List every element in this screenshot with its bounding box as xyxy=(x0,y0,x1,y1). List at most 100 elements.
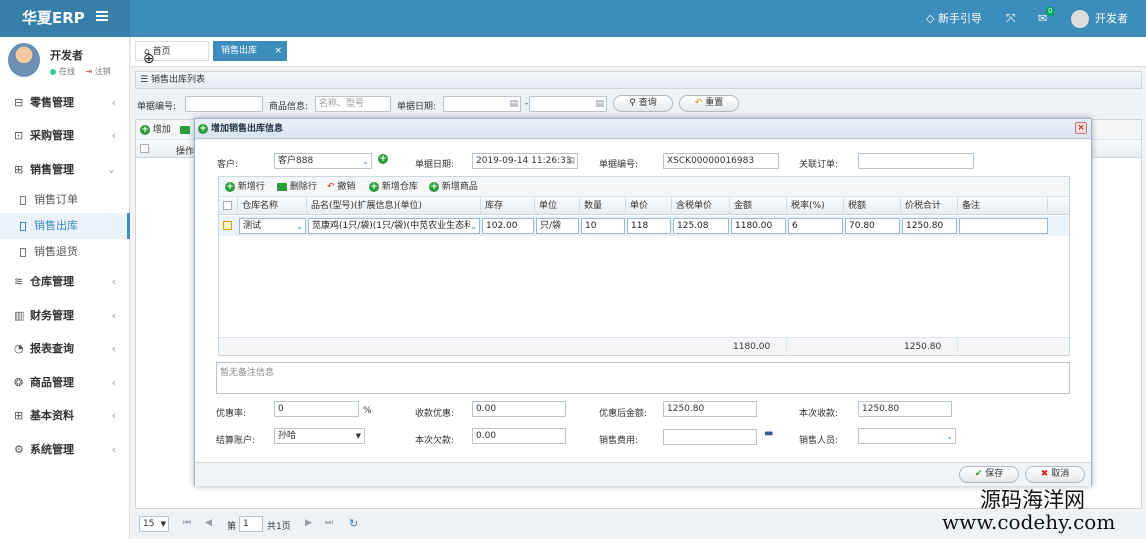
file-icon xyxy=(20,221,26,231)
date-start-input[interactable]: ▤ xyxy=(443,96,521,112)
calendar-icon[interactable]: ▤ xyxy=(595,97,604,111)
diamond-icon: ◇ xyxy=(926,12,935,25)
sidebar-item-goods[interactable]: ❂ 商品管理 ‹ xyxy=(0,366,130,399)
after-discount-label: 优惠后金额: xyxy=(599,409,648,419)
sidebar-item-warehouse[interactable]: ≋ 仓库管理 ‹ xyxy=(0,265,130,298)
reset-button[interactable]: ↶ 重置 xyxy=(679,95,739,112)
unit-cell[interactable]: 只/袋 xyxy=(536,218,579,234)
date-end-input[interactable]: ▤ xyxy=(529,96,607,112)
date-label: 单据日期: xyxy=(397,102,437,112)
user-menu[interactable]: 开发者 xyxy=(1071,0,1128,37)
discount-rate-label: 优惠率: xyxy=(216,409,247,419)
add-icon: + xyxy=(369,181,379,192)
menu-label: 商品管理 xyxy=(30,376,74,389)
sidebar-item-reports[interactable]: ◔ 报表查询 ‹ xyxy=(0,332,130,365)
mail-button[interactable]: ✉ 0 xyxy=(1038,0,1055,37)
first-page-icon[interactable]: ⏮ xyxy=(183,518,191,528)
link-order-input[interactable] xyxy=(858,153,974,169)
refresh-icon[interactable]: ↻ xyxy=(349,517,358,530)
tax-input[interactable]: 70.80 xyxy=(845,218,900,234)
discount-rate-input[interactable]: 0 xyxy=(274,401,359,417)
remark-textarea[interactable]: 暂无备注信息 xyxy=(216,362,1070,394)
calendar-icon[interactable]: ▤ xyxy=(509,97,518,111)
goods-select[interactable]: 苋康鸡(1只/袋)(1只/袋)(中苋农业生态科 ⌄ xyxy=(308,218,480,234)
dropdown-caret-icon: ▼ xyxy=(355,432,361,440)
after-discount-input[interactable]: 1250.80 xyxy=(663,401,757,417)
doc-no-input[interactable] xyxy=(185,96,263,112)
page-size-select[interactable]: 15 ▼ xyxy=(139,516,169,532)
guide-link[interactable]: ◇ 新手引导 xyxy=(926,0,982,37)
sales-icon: ⊞ xyxy=(14,163,24,176)
brand-logo[interactable]: 华夏ERP xyxy=(0,0,130,37)
total-input[interactable]: 1250.80 xyxy=(902,218,957,234)
query-button[interactable]: ⚲ 查询 xyxy=(613,95,673,112)
price-input[interactable]: 118 xyxy=(627,218,671,234)
sidebar-item-sales-return[interactable]: 销售退货 xyxy=(0,239,130,265)
sidebar-item-sales-out[interactable]: 销售出库 xyxy=(0,213,130,239)
sidebar-user-name: 开发者 xyxy=(50,49,83,62)
undo-button[interactable]: ↶ 撤销 xyxy=(327,177,355,197)
close-icon[interactable]: × xyxy=(274,41,282,61)
customer-select[interactable]: 客户888 ⌄ xyxy=(274,153,372,169)
tab-sales-out[interactable]: 销售出库 × xyxy=(213,41,287,61)
goods-input[interactable]: 名称、型号 xyxy=(315,96,391,112)
menu-toggle-icon[interactable] xyxy=(96,11,108,21)
sidebar-item-purchase[interactable]: ⊡ 采购管理 ‹ xyxy=(0,119,130,152)
fee-input[interactable] xyxy=(663,429,757,445)
customer-value: 客户888 xyxy=(278,156,314,166)
select-all-checkbox[interactable] xyxy=(140,144,149,153)
calendar-icon[interactable]: ▤ xyxy=(566,154,575,168)
receive-input[interactable]: 1250.80 xyxy=(858,401,952,417)
col-qty: 数量 xyxy=(580,197,626,215)
add-row-button[interactable]: + 新增行 xyxy=(225,177,265,197)
salesman-select[interactable]: ⌄ xyxy=(858,428,956,444)
doc-no-label: 单据编号: xyxy=(137,102,177,112)
page-number-input[interactable]: 1 xyxy=(239,516,263,532)
sidebar-item-retail[interactable]: ⊟ 零售管理 ‹ xyxy=(0,86,130,119)
stock-cell[interactable]: 102.00 xyxy=(482,218,534,234)
gear-icon: ⚙ xyxy=(14,443,24,456)
row-checkbox[interactable] xyxy=(223,221,232,230)
sidebar-item-finance[interactable]: ▥ 财务管理 ‹ xyxy=(0,299,130,332)
dialog-close-icon[interactable]: × xyxy=(1075,122,1087,134)
select-all-checkbox[interactable] xyxy=(223,201,232,210)
sidebar-item-sales-order[interactable]: 销售订单 xyxy=(0,187,130,213)
warehouse-select[interactable]: 测试 ⌄ xyxy=(239,218,306,234)
cancel-button[interactable]: ✖ 取消 xyxy=(1025,466,1085,483)
add-customer-icon[interactable]: + xyxy=(378,154,388,164)
remark-cell-input[interactable] xyxy=(959,218,1048,234)
menu-label: 报表查询 xyxy=(30,342,74,355)
tax-rate-input[interactable]: 6 xyxy=(788,218,843,234)
dialog-header: + 增加销售出库信息 × xyxy=(195,119,1091,139)
sidebar-item-system[interactable]: ⚙ 系统管理 ‹ xyxy=(0,433,130,466)
next-page-icon[interactable]: ▶ xyxy=(305,518,312,528)
tax-price-input[interactable]: 125.08 xyxy=(673,218,729,234)
doc-date-input[interactable]: 2019-09-14 11:26:33 ▤ xyxy=(472,153,578,169)
account-select[interactable]: 孙哈 ▼ xyxy=(274,428,365,444)
table-row[interactable]: 测试 ⌄ 苋康鸡(1只/袋)(1只/袋)(中苋农业生态科 ⌄ 102.00 只/袋 … xyxy=(219,216,1069,236)
add-button[interactable]: 增加 xyxy=(153,125,171,135)
discount-input[interactable]: 0.00 xyxy=(472,401,566,417)
debt-input[interactable]: 0.00 xyxy=(472,428,566,444)
sidebar-item-basic[interactable]: ⊞ 基本资料 ‹ xyxy=(0,399,130,432)
col-stock: 库存 xyxy=(481,197,535,215)
last-page-icon[interactable]: ⏭ xyxy=(325,518,333,528)
amount-input[interactable]: 1180.00 xyxy=(731,218,786,234)
fullscreen-icon[interactable]: ⤧ xyxy=(1006,0,1016,37)
account-value: 孙哈 xyxy=(278,431,297,441)
doc-no-input[interactable]: XSCK00000016983 xyxy=(663,153,779,169)
qty-input[interactable]: 10 xyxy=(581,218,625,234)
sidebar-item-sales[interactable]: ⊞ 销售管理 ⌄ xyxy=(0,153,130,186)
save-button[interactable]: ✔ 保存 xyxy=(959,466,1019,483)
prev-page-icon[interactable]: ◀ xyxy=(205,518,212,528)
add-goods-button[interactable]: + 新增商品 xyxy=(429,177,478,197)
logout-link[interactable]: 注销 xyxy=(95,67,111,76)
delete-icon[interactable] xyxy=(179,125,190,134)
folder-icon[interactable]: ▬ xyxy=(764,428,773,439)
chevron-down-icon: ⌄ xyxy=(470,220,477,233)
add-icon[interactable]: + xyxy=(140,124,150,135)
delete-row-button[interactable]: 删除行 xyxy=(277,177,317,197)
goods-icon: ❂ xyxy=(14,376,24,389)
menu-label: 基本资料 xyxy=(30,409,74,422)
add-warehouse-button[interactable]: + 新增仓库 xyxy=(369,177,418,197)
